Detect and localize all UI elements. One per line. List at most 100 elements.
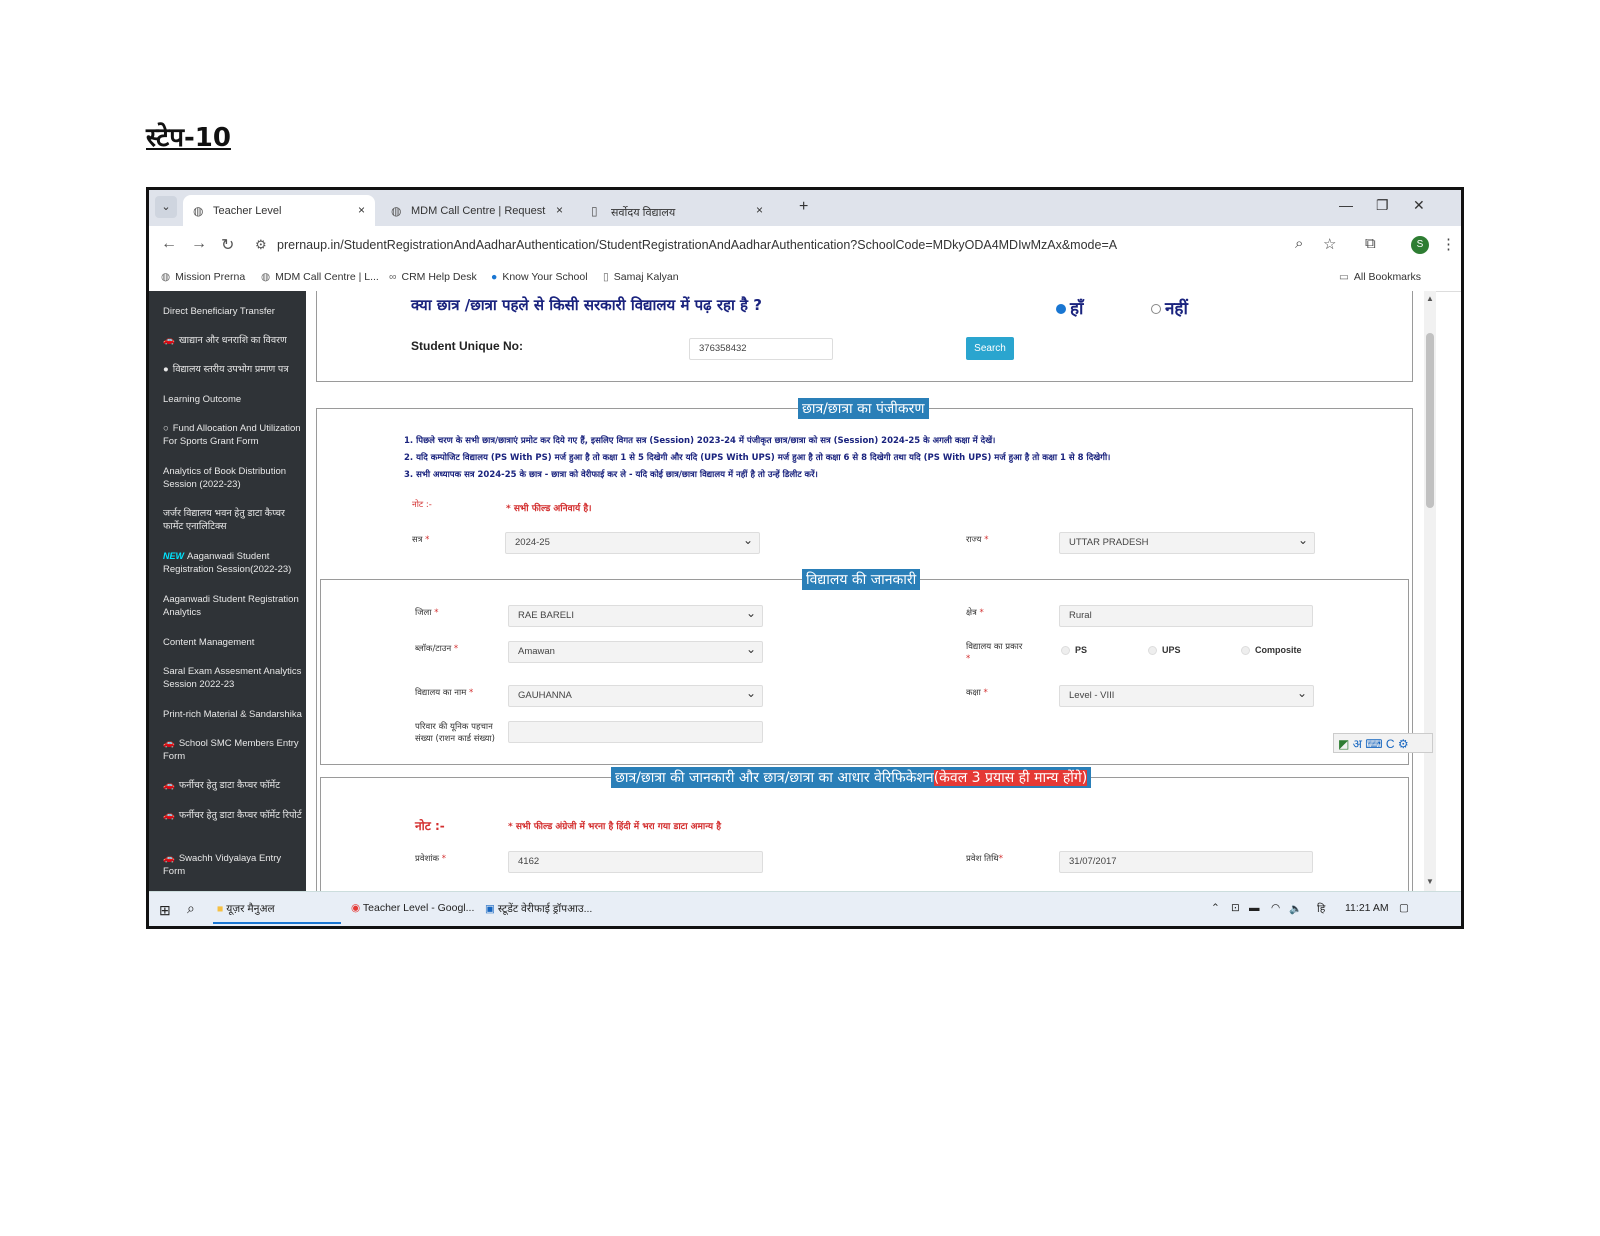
bookmark-star-icon[interactable]: ☆ xyxy=(1323,235,1336,253)
sidebar-item-fund-allocation[interactable]: ○ Fund Allocation And Utilization For Spo… xyxy=(163,422,303,448)
tab-strip: ⌄ ◍ Teacher Level × ◍ MDM Call Centre | … xyxy=(149,190,1461,226)
tab-mdm-call-centre[interactable]: ◍ MDM Call Centre | Request × xyxy=(381,195,573,226)
sidebar-item-content-management[interactable]: Content Management xyxy=(163,636,303,649)
sidebar-item-dilapidated-building-analytics[interactable]: जर्जर विद्यालय भवन हेतु डाटा कैप्चर फार्… xyxy=(163,507,303,533)
ime-toolbar[interactable]: ◩ अ ⌨ C ⚙ xyxy=(1333,733,1433,753)
radio-unselected-icon xyxy=(1241,646,1250,656)
windows-taskbar: ⊞ ⌕ ■ यूज़र मैनुअल ◉ Teacher Level - Goo… xyxy=(149,891,1461,926)
sidebar-item-swachh-vidyalaya[interactable]: 🚗 Swachh Vidyalaya Entry Form xyxy=(163,852,303,878)
session-select[interactable]: 2024-25 xyxy=(505,530,760,554)
site-settings-icon[interactable]: ⚙ xyxy=(255,231,267,259)
tab-sarvodaya-vidyalaya[interactable]: ▯ सर्वोदय विद्यालय × xyxy=(581,195,773,226)
tab-search-chevron-icon[interactable]: ⌄ xyxy=(155,196,177,218)
windows-start-icon[interactable]: ⊞ xyxy=(159,902,171,919)
district-select[interactable]: RAE BARELI xyxy=(508,603,763,627)
tray-clock[interactable]: 11:21 AM xyxy=(1345,902,1389,914)
search-button[interactable]: Search xyxy=(966,337,1014,360)
tray-volume-icon[interactable]: 🔈 xyxy=(1289,902,1302,915)
sidebar-item-learning-outcome[interactable]: Learning Outcome xyxy=(163,393,303,406)
extensions-icon[interactable]: ⧉ xyxy=(1365,235,1376,252)
scroll-up-icon[interactable]: ▲ xyxy=(1426,294,1434,303)
tab-close-icon[interactable]: × xyxy=(756,203,763,217)
family-id-input[interactable] xyxy=(508,721,763,743)
sidebar-item-aaganwadi-registration[interactable]: NEW Aaganwadi Student Registration Sessio… xyxy=(163,550,303,576)
school-logo-icon: ● xyxy=(491,271,498,283)
note2-label: नोट :- xyxy=(415,819,445,833)
admission-date-input[interactable]: 31/07/2017 xyxy=(1059,851,1313,873)
bookmark-mission-prerna[interactable]: ◍ Mission Prerna xyxy=(161,271,245,283)
sidebar-item-furniture-report[interactable]: 🚗 फर्नीचर हेतु डाटा कैप्चर फॉर्मेट रिपोर्… xyxy=(163,809,303,822)
globe-icon: ◍ xyxy=(261,271,271,283)
profile-avatar[interactable]: S xyxy=(1411,236,1429,254)
tray-wifi-icon[interactable]: ◠ xyxy=(1271,902,1280,914)
student-unique-no-input[interactable]: 376358432 xyxy=(689,338,833,360)
scroll-down-icon[interactable]: ▼ xyxy=(1426,877,1434,886)
school-name-select[interactable]: GAUHANNA xyxy=(508,683,763,707)
note-line-3: 3. सभी अध्यापक सत्र 2024-25 के छात्र - छ… xyxy=(404,470,818,480)
scroll-thumb[interactable] xyxy=(1426,333,1434,508)
restore-icon[interactable]: ❐ xyxy=(1376,197,1389,214)
sidebar-item-aaganwadi-analytics[interactable]: Aaganwadi Student Registration Analytics xyxy=(163,593,303,619)
vertical-scrollbar[interactable]: ▲ ▼ xyxy=(1424,291,1436,891)
school-type-composite-radio[interactable]: Composite xyxy=(1241,645,1302,656)
tray-network-icon[interactable]: ⊡ xyxy=(1231,902,1240,914)
active-indicator xyxy=(213,922,341,924)
state-select[interactable]: UTTAR PRADESH xyxy=(1059,530,1315,554)
url-text: prernaup.in/StudentRegistrationAndAadhar… xyxy=(277,238,1118,252)
new-badge: NEW xyxy=(163,551,184,561)
note-line-1: 1. पिछले चरण के सभी छात्र/छात्राएं प्रमो… xyxy=(404,436,996,446)
taskbar-item-chrome[interactable]: ◉ Teacher Level - Googl... xyxy=(351,902,474,914)
window-close-icon[interactable]: ✕ xyxy=(1413,197,1425,214)
folder-icon: ■ xyxy=(217,903,224,915)
sidebar-item-furniture-data-capture[interactable]: 🚗 फर्नीचर हेतु डाटा कैप्चर फॉर्मेट xyxy=(163,779,303,792)
sidebar-item-direct-beneficiary-transfer[interactable]: Direct Beneficiary Transfer xyxy=(163,305,303,318)
block-select[interactable]: Amawan xyxy=(508,639,763,663)
taskbar-item-word-doc[interactable]: ▣ स्टूडेंट वेरीफाई ड्रॉपआउ... xyxy=(485,902,592,916)
school-type-ups-radio[interactable]: UPS xyxy=(1148,645,1181,656)
school-type-ps-radio[interactable]: PS xyxy=(1061,645,1087,656)
forward-arrow-icon[interactable]: → xyxy=(191,235,207,253)
class-select[interactable]: Level - VIII xyxy=(1059,683,1314,707)
previous-school-question: क्या छात्र /छात्रा पहले से किसी सरकारी व… xyxy=(411,296,762,314)
admission-no-input[interactable]: 4162 xyxy=(508,851,763,873)
sidebar-item-utilization-certificate[interactable]: ● विद्यालय स्तरीय उपभोग प्रमाण पत्र xyxy=(163,363,303,376)
sidebar-item-saral-exam-analytics[interactable]: Saral Exam Assesment Analytics Session 2… xyxy=(163,665,303,691)
bookmark-samaj-kalyan[interactable]: ▯ Samaj Kalyan xyxy=(603,271,679,283)
url-bar[interactable]: ⚙ prernaup.in/StudentRegistrationAndAadh… xyxy=(247,231,1282,259)
notification-icon[interactable]: ▢ xyxy=(1399,902,1409,914)
new-tab-button[interactable]: + xyxy=(799,198,808,216)
area-input[interactable]: Rural xyxy=(1059,605,1313,627)
tray-language[interactable]: हि xyxy=(1317,902,1325,916)
tab-close-icon[interactable]: × xyxy=(556,203,563,217)
minimize-icon[interactable]: — xyxy=(1339,197,1353,213)
radio-selected-icon xyxy=(1056,304,1066,314)
sidebar-item-smc-members-entry[interactable]: 🚗 School SMC Members Entry Form xyxy=(163,737,303,763)
kebab-menu-icon[interactable]: ⋮ xyxy=(1441,235,1456,253)
tray-chevron-icon[interactable]: ⌃ xyxy=(1211,902,1220,914)
tab-close-icon[interactable]: × xyxy=(358,203,365,217)
search-icon[interactable]: ⌕ xyxy=(187,900,195,917)
globe-icon: ◍ xyxy=(391,204,402,218)
block-label: ब्लॉक/टाउन * xyxy=(415,644,459,654)
sidebar-item-print-rich-material[interactable]: Print-rich Material & Sandarshika xyxy=(163,708,303,721)
word-icon: ▣ xyxy=(485,903,495,915)
bookmark-crm-help-desk[interactable]: ∞ CRM Help Desk xyxy=(389,271,477,283)
tray-battery-icon[interactable]: ▬ xyxy=(1249,902,1260,914)
student-unique-no-label: Student Unique No: xyxy=(411,339,523,353)
taskbar-item-user-manual[interactable]: ■ यूज़र मैनुअल xyxy=(217,902,275,916)
all-bookmarks[interactable]: ▭ All Bookmarks xyxy=(1339,271,1421,283)
zoom-icon[interactable]: ⌕ xyxy=(1295,235,1303,252)
bookmark-mdm-call-centre[interactable]: ◍ MDM Call Centre | L... xyxy=(261,271,379,283)
car-icon: 🚗 xyxy=(163,780,175,791)
school-info-legend: विद्यालय की जानकारी xyxy=(802,569,921,590)
sidebar-item-food-grain-details[interactable]: 🚗 खाद्यान और धनराशि का विवरण xyxy=(163,334,303,347)
car-icon: 🚗 xyxy=(163,810,175,821)
tab-teacher-level[interactable]: ◍ Teacher Level × xyxy=(183,195,375,226)
back-arrow-icon[interactable]: ← xyxy=(161,235,177,253)
reload-icon[interactable]: ↻ xyxy=(221,235,234,255)
area-label: क्षेत्र * xyxy=(966,608,984,618)
sidebar-item-book-distribution-analytics[interactable]: Analytics of Book Distribution Session (… xyxy=(163,465,303,491)
bookmark-know-your-school[interactable]: ● Know Your School xyxy=(491,271,588,283)
yes-radio[interactable]: हाँ xyxy=(1056,296,1083,319)
no-radio[interactable]: नहीं xyxy=(1151,296,1188,319)
